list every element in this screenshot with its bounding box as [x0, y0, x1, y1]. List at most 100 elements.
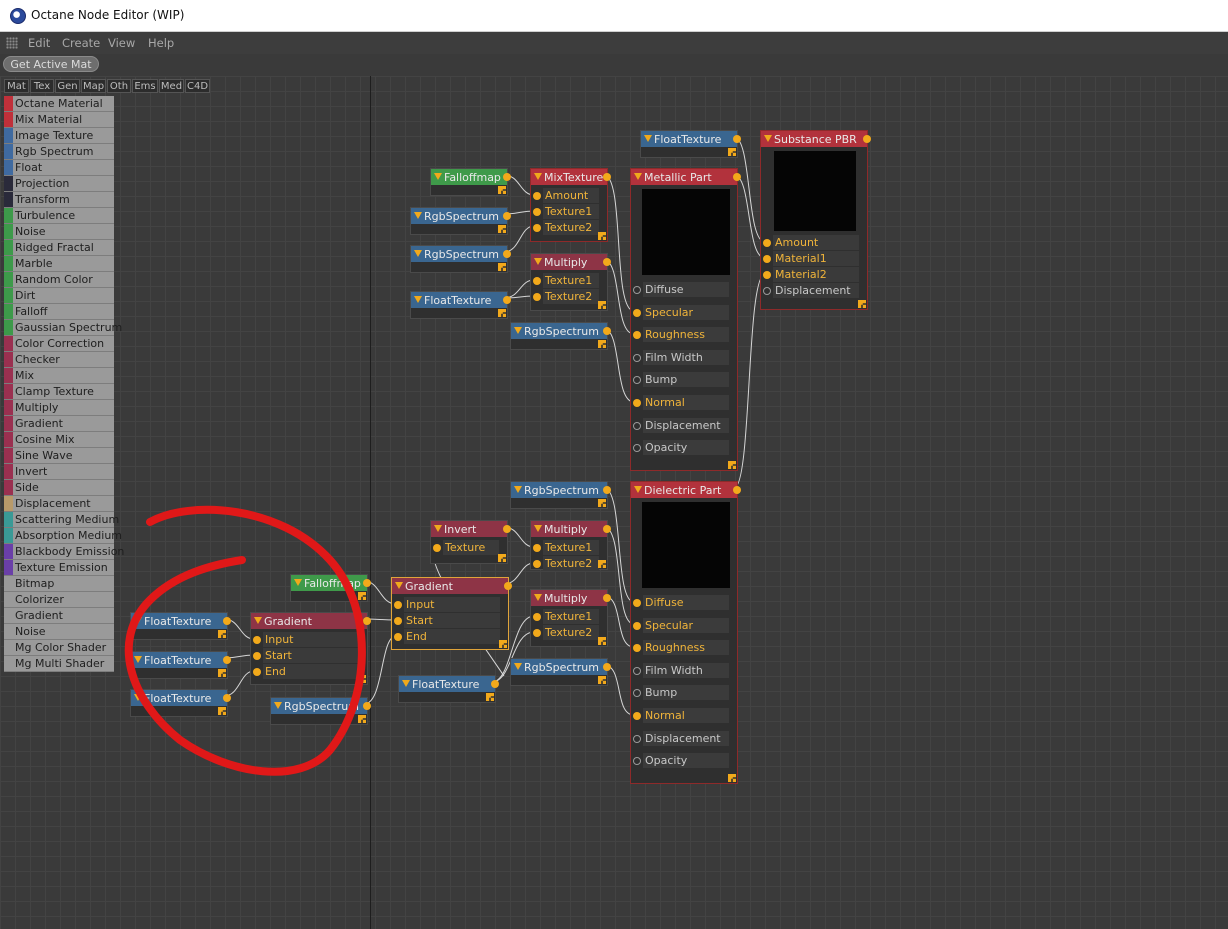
node-header[interactable]: Dielectric Part — [631, 482, 741, 498]
input-port-icon[interactable] — [533, 277, 541, 285]
input-port-icon[interactable] — [253, 636, 261, 644]
input-port[interactable]: Displacement — [633, 417, 737, 434]
node-gradient2[interactable]: Gradient Input Start End — [391, 577, 512, 650]
palette-item[interactable]: Clamp Texture — [4, 384, 114, 400]
node-header[interactable]: RgbSpectrum — [271, 698, 371, 714]
input-port[interactable]: Start — [253, 648, 367, 664]
input-port-icon[interactable] — [763, 271, 771, 279]
node-mul2[interactable]: Multiply Texture1 Texture2 — [530, 520, 611, 571]
output-port-icon[interactable] — [503, 525, 511, 533]
input-port[interactable]: Film Width — [633, 349, 737, 366]
palette-item[interactable]: Scattering Medium — [4, 512, 119, 528]
resize-grip-icon[interactable] — [728, 148, 736, 156]
input-port[interactable]: Texture — [433, 540, 507, 556]
node-float_top[interactable]: FloatTexture — [640, 130, 741, 158]
menu-view[interactable]: View — [108, 36, 135, 50]
input-port[interactable]: Specular — [633, 304, 737, 321]
tab-ems[interactable]: Ems — [132, 79, 158, 93]
node-invert[interactable]: Invert Texture — [430, 520, 511, 564]
input-port-icon[interactable] — [633, 599, 641, 607]
input-port-icon[interactable] — [633, 621, 641, 630]
collapse-triangle-icon[interactable] — [634, 486, 642, 493]
collapse-triangle-icon[interactable] — [134, 656, 142, 663]
output-port-icon[interactable] — [863, 135, 871, 143]
output-port-icon[interactable] — [223, 694, 231, 702]
input-port-icon[interactable] — [763, 255, 771, 263]
resize-grip-icon[interactable] — [358, 715, 366, 723]
output-port-icon[interactable] — [363, 579, 371, 587]
node-float5[interactable]: FloatTexture — [130, 689, 231, 717]
collapse-triangle-icon[interactable] — [414, 296, 422, 303]
collapse-triangle-icon[interactable] — [254, 617, 262, 624]
node-gradient1[interactable]: Gradient Input Start End — [250, 612, 371, 685]
node-header[interactable]: RgbSpectrum — [411, 246, 511, 262]
collapse-triangle-icon[interactable] — [414, 212, 422, 219]
node-header[interactable]: FloatTexture — [411, 292, 511, 308]
input-port[interactable]: Roughness — [633, 327, 737, 343]
collapse-triangle-icon[interactable] — [434, 525, 442, 532]
input-port[interactable]: Displacement — [633, 730, 737, 747]
palette-item[interactable]: Random Color — [4, 272, 114, 288]
input-port[interactable]: Displacement — [763, 283, 867, 299]
palette-item[interactable]: Marble — [4, 256, 114, 272]
palette-item[interactable]: Blackbody Emission — [4, 544, 124, 560]
input-port[interactable]: Texture1 — [533, 540, 607, 556]
input-port[interactable]: End — [253, 664, 367, 680]
collapse-triangle-icon[interactable] — [395, 582, 403, 589]
input-port-icon[interactable] — [533, 629, 541, 637]
node-header[interactable]: FloatTexture — [131, 613, 231, 629]
input-port-icon[interactable] — [633, 331, 641, 340]
input-port-icon[interactable] — [433, 544, 441, 552]
input-port-icon[interactable] — [394, 617, 402, 625]
node-header[interactable]: Gradient — [392, 578, 512, 594]
input-port-icon[interactable] — [633, 286, 641, 294]
menu-create[interactable]: Create — [62, 36, 100, 50]
input-port-icon[interactable] — [633, 444, 641, 453]
collapse-triangle-icon[interactable] — [434, 173, 442, 180]
palette-item[interactable]: Bitmap — [4, 576, 114, 592]
resize-grip-icon[interactable] — [598, 232, 606, 240]
palette-item[interactable]: Mix Material — [4, 112, 114, 128]
input-port-icon[interactable] — [633, 399, 641, 407]
resize-grip-icon[interactable] — [498, 554, 506, 562]
output-port-icon[interactable] — [603, 486, 611, 494]
palette-item[interactable]: Mg Multi Shader — [4, 656, 114, 672]
input-port[interactable]: Bump — [633, 685, 737, 701]
resize-grip-icon[interactable] — [598, 676, 606, 684]
node-mixtex[interactable]: MixTexture Amount Texture1 Texture2 — [530, 168, 611, 242]
output-port-icon[interactable] — [503, 296, 511, 304]
input-port-icon[interactable] — [633, 376, 641, 385]
palette-item[interactable]: Octane Material — [4, 96, 114, 112]
input-port[interactable]: Film Width — [633, 662, 737, 679]
output-port-icon[interactable] — [503, 250, 511, 258]
input-port-icon[interactable] — [394, 633, 402, 641]
input-port-icon[interactable] — [763, 287, 771, 295]
palette-item[interactable]: Falloff — [4, 304, 114, 320]
resize-grip-icon[interactable] — [498, 309, 506, 317]
input-port[interactable]: Material1 — [763, 251, 867, 267]
input-port-icon[interactable] — [633, 757, 641, 766]
node-falloff2[interactable]: Falloffmap — [290, 574, 371, 602]
palette-item[interactable]: Image Texture — [4, 128, 114, 144]
input-port-icon[interactable] — [633, 421, 641, 430]
node-float1[interactable]: FloatTexture — [410, 291, 511, 319]
palette-item[interactable]: Mg Color Shader — [4, 640, 114, 656]
resize-grip-icon[interactable] — [598, 637, 606, 645]
node-float2[interactable]: FloatTexture — [398, 675, 499, 703]
node-header[interactable]: Multiply — [531, 254, 611, 270]
palette-item[interactable]: Float — [4, 160, 114, 176]
node-canvas[interactable] — [0, 76, 1228, 929]
palette-item[interactable]: Ridged Fractal — [4, 240, 114, 256]
output-port-icon[interactable] — [223, 617, 231, 625]
node-header[interactable]: Multiply — [531, 521, 611, 537]
input-port-icon[interactable] — [633, 308, 641, 317]
node-header[interactable]: Metallic Part — [631, 169, 741, 185]
node-header[interactable]: MixTexture — [531, 169, 611, 185]
output-port-icon[interactable] — [603, 258, 611, 266]
palette-item[interactable]: Color Correction — [4, 336, 114, 352]
output-port-icon[interactable] — [603, 663, 611, 671]
output-port-icon[interactable] — [503, 212, 511, 220]
palette-item[interactable]: Absorption Medium — [4, 528, 122, 544]
output-port-icon[interactable] — [223, 656, 231, 664]
resize-grip-icon[interactable] — [218, 669, 226, 677]
